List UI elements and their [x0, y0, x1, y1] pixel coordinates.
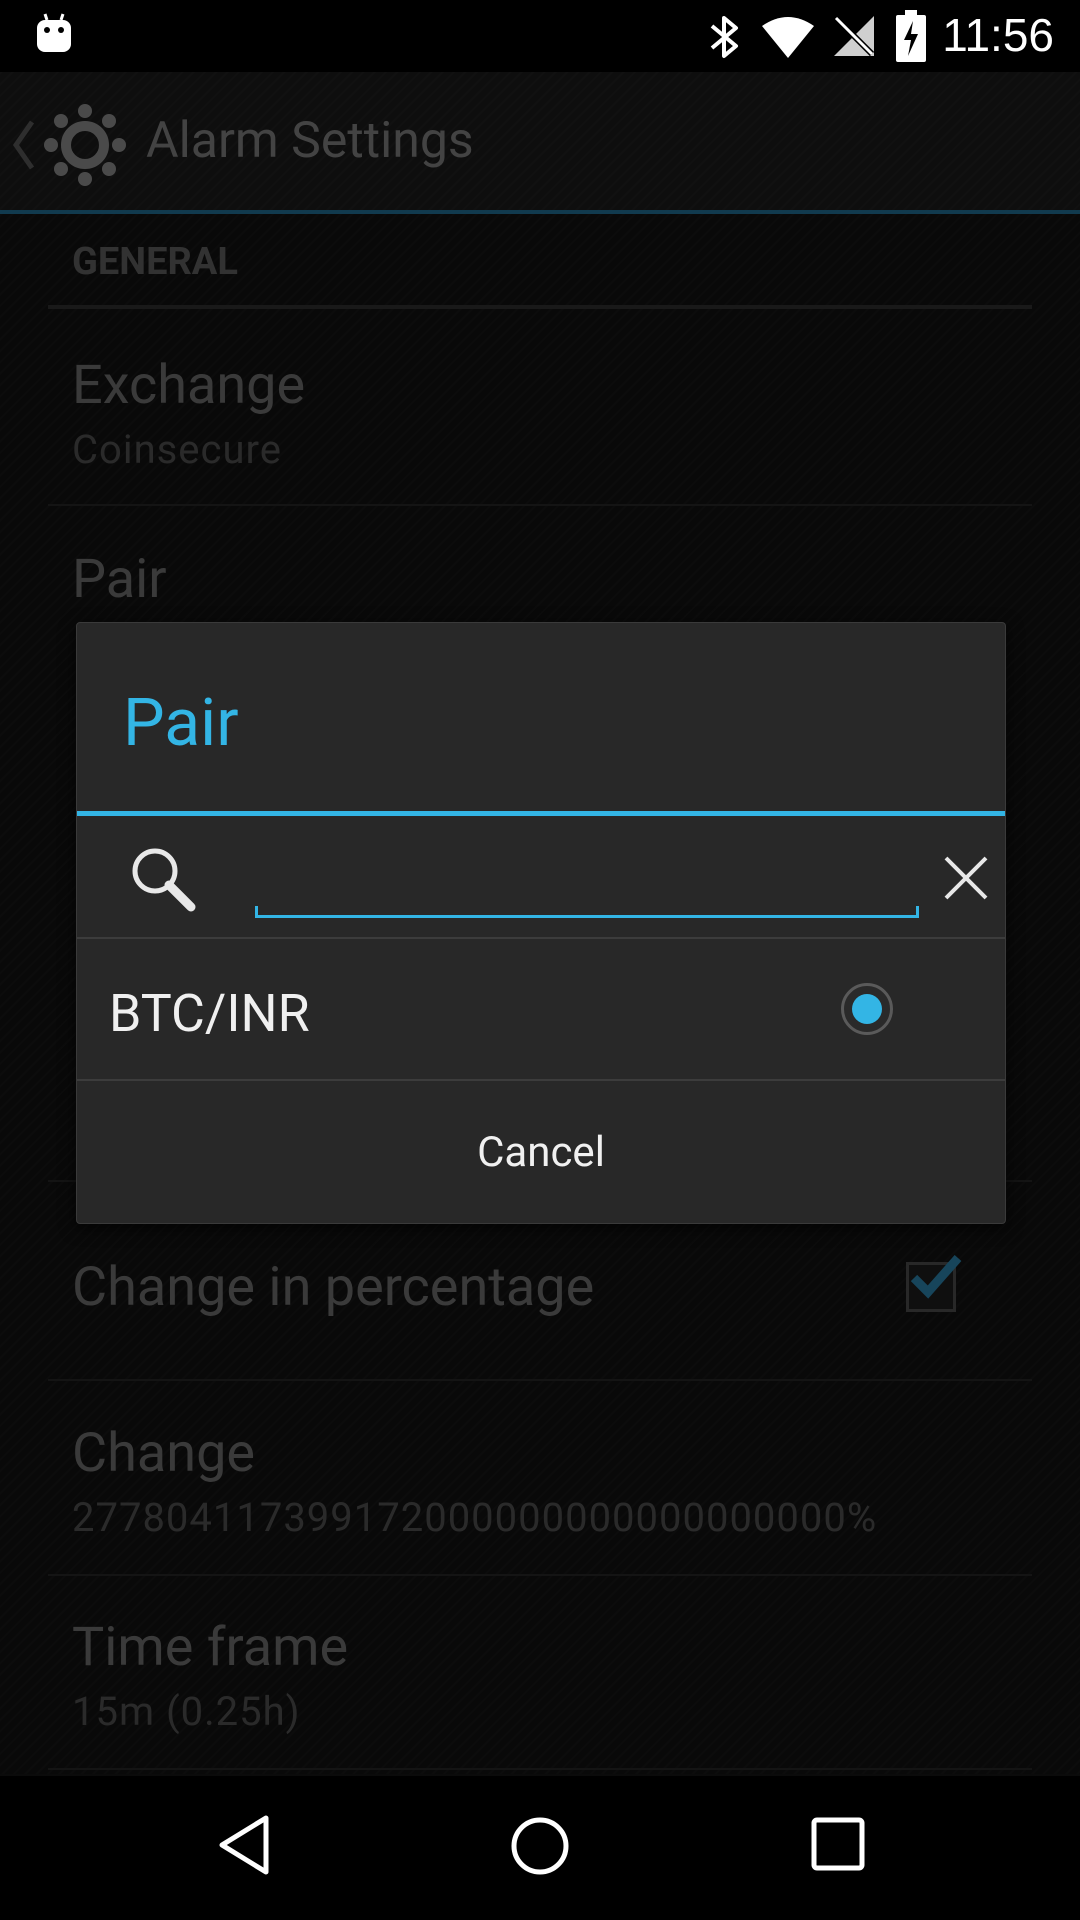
recents-square-icon[interactable] [810, 1816, 866, 1872]
status-time: 11:56 [942, 9, 1054, 61]
wifi-icon [762, 17, 814, 58]
bluetooth-icon [710, 16, 738, 58]
search-input[interactable] [255, 845, 917, 909]
cancel-button[interactable]: Cancel [77, 1081, 1005, 1223]
android-icon [37, 13, 71, 52]
home-circle-icon[interactable] [506, 1812, 574, 1880]
dialog-title: Pair [123, 685, 239, 762]
search-icon [132, 848, 196, 912]
dialog-title-divider [77, 811, 1005, 816]
back-triangle-icon[interactable] [214, 1812, 274, 1878]
battery-charging-icon [896, 10, 926, 62]
option-btc-inr[interactable]: BTC/INR [77, 939, 1005, 1079]
close-icon[interactable] [943, 855, 989, 901]
navigation-bar [0, 1776, 1080, 1920]
option-radio-selected[interactable] [841, 983, 893, 1035]
search-input-underline [255, 906, 919, 918]
status-bar: 11:56 [0, 0, 1080, 72]
option-label: BTC/INR [109, 983, 310, 1044]
pair-dialog: Pair BTC/INR Cancel [76, 622, 1006, 1224]
no-signal-icon [833, 15, 875, 57]
